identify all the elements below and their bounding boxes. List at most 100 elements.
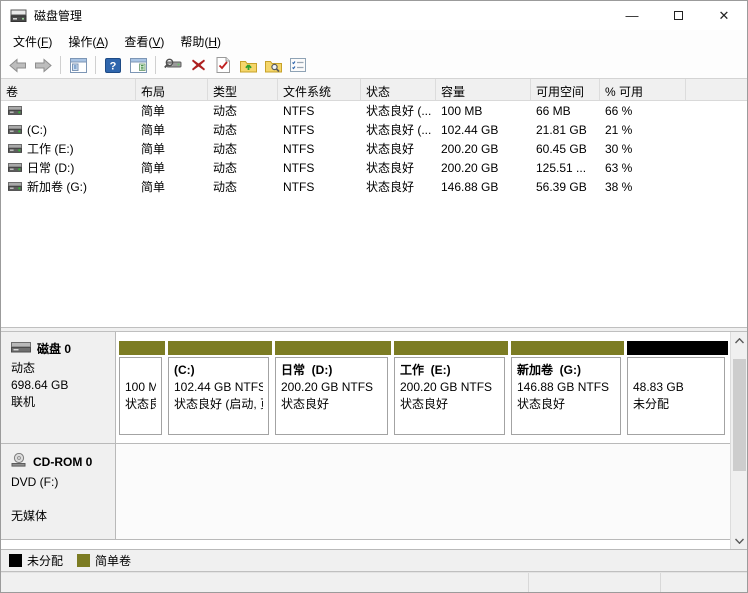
column-header[interactable]: 状态 (361, 79, 436, 100)
graphical-view-pane: 磁盘 0 动态 698.64 GB 联机 100 MB 状态良好 ( (C:) 102… (1, 332, 747, 572)
cell-name (1, 104, 136, 118)
back-icon[interactable] (7, 54, 29, 76)
rescan-disks-icon[interactable] (162, 54, 184, 76)
column-header[interactable]: 布局 (136, 79, 208, 100)
partition-body[interactable]: 工作 (E:) 200.20 GB NTFS 状态良好 (394, 357, 505, 435)
status-bar-section (529, 573, 661, 592)
close-button[interactable]: ✕ (701, 1, 747, 30)
cell-capacity: 146.88 GB (441, 179, 499, 194)
menu-item-a[interactable]: 操作(A) (60, 30, 116, 53)
cdrom-label-panel[interactable]: CD-ROM 0 DVD (F:) 无媒体 (1, 444, 116, 539)
cell-fs: NTFS (283, 141, 315, 156)
legend-swatch (77, 554, 91, 567)
partition-color-band (168, 341, 272, 355)
cdrom-icon (11, 452, 27, 472)
partition-body[interactable]: 日常 (D:) 200.20 GB NTFS 状态良好 (275, 357, 388, 435)
toolbar-separator (60, 56, 61, 74)
menu-item-h[interactable]: 帮助(H) (172, 30, 229, 53)
help-icon[interactable]: ? (102, 54, 124, 76)
cell-free: 125.51 ... (536, 160, 587, 175)
partition-status: 状态良好 (启动, 页 (174, 397, 263, 411)
disk0-status: 联机 (11, 395, 36, 409)
volume-name: 新加卷 (G:) (27, 180, 87, 194)
scrollbar-thumb[interactable] (733, 359, 746, 471)
partition-block[interactable]: 日常 (D:) 200.20 GB NTFS 状态良好 (275, 341, 391, 435)
partition-body[interactable]: 48.83 GB 未分配 (627, 357, 725, 435)
partition-body[interactable]: 新加卷 (G:) 146.88 GB NTFS 状态良好 (511, 357, 621, 435)
delete-volume-icon[interactable] (187, 54, 209, 76)
graphical-view-scrollbar[interactable] (730, 332, 747, 549)
disk0-type: 动态 (11, 361, 36, 375)
scroll-up-icon[interactable] (731, 332, 747, 349)
forward-icon[interactable] (32, 54, 54, 76)
legend-swatch (9, 554, 22, 567)
column-header[interactable]: 卷 (1, 79, 136, 100)
cell-layout: 简单 (141, 142, 166, 156)
volume-list-empty-area[interactable] (1, 196, 747, 327)
legend-label: 未分配 (27, 554, 64, 568)
table-row[interactable]: 工作 (E:) 简单 动态 NTFS 状态良好 200.20 GB 60.45 GB 30 % (1, 139, 747, 158)
partition-color-band (511, 341, 624, 355)
partition-color-band (627, 341, 728, 355)
cell-layout: 简单 (141, 180, 166, 194)
cell-capacity: 102.44 GB (441, 122, 499, 137)
partition-body[interactable]: 100 MB 状态良好 ( (119, 357, 162, 435)
cell-free: 66 MB (536, 103, 571, 118)
partition-block[interactable]: 新加卷 (G:) 146.88 GB NTFS 状态良好 (511, 341, 624, 435)
column-header[interactable]: 可用空间 (531, 79, 600, 100)
partition-block[interactable]: 100 MB 状态良好 ( (119, 341, 165, 435)
cell-type: 动态 (213, 123, 238, 137)
window-title: 磁盘管理 (34, 9, 83, 23)
status-bar-section (661, 573, 747, 592)
column-header[interactable]: 文件系统 (278, 79, 361, 100)
menu-item-f[interactable]: 文件(F) (5, 30, 60, 53)
cell-status: 状态良好 (... (366, 123, 432, 137)
mark-partition-icon[interactable] (212, 54, 234, 76)
volume-list-header: 卷布局 类型 文件系统 状态 容量 可用空间% 可用 (1, 79, 747, 101)
partition-size: 102.44 GB NTFS (174, 380, 263, 394)
cell-name: (C:) (1, 123, 136, 137)
open-folder-icon[interactable] (237, 54, 259, 76)
partition-size: 146.88 GB NTFS (517, 380, 610, 394)
maximize-button[interactable] (655, 1, 701, 30)
explore-folder-icon[interactable] (262, 54, 284, 76)
menu-item-v[interactable]: 查看(V) (116, 30, 172, 53)
table-row[interactable]: 日常 (D:) 简单 动态 NTFS 状态良好 200.20 GB 125.51 ... 63… (1, 158, 747, 177)
toolbar-separator (155, 56, 156, 74)
legend-item: 未分配 (9, 552, 63, 569)
column-header-empty (686, 79, 747, 100)
minimize-button[interactable]: — (609, 1, 655, 30)
unallocated-partition[interactable]: 48.83 GB 未分配 (627, 341, 728, 435)
cell-status: 状态良好 (366, 161, 415, 175)
title-bar: 磁盘管理 — ✕ (1, 1, 747, 30)
partition-size: 100 MB (125, 380, 156, 394)
partition-body[interactable]: (C:) 102.44 GB NTFS 状态良好 (启动, 页 (168, 357, 269, 435)
scroll-down-icon[interactable] (731, 532, 747, 549)
table-row[interactable]: 简单 动态 NTFS 状态良好 (... 100 MB 66 MB 66 % (1, 101, 747, 120)
column-header[interactable]: 类型 (208, 79, 278, 100)
disk0-label-panel[interactable]: 磁盘 0 动态 698.64 GB 联机 (1, 332, 116, 443)
menu-bar: 文件(F) 操作(A) 查看(V) 帮助(H) (1, 30, 747, 52)
column-header[interactable]: % 可用 (600, 79, 686, 100)
table-row[interactable]: 新加卷 (G:) 简单 动态 NTFS 状态良好 146.88 GB 56.39 GB 38 … (1, 177, 747, 196)
cell-type: 动态 (213, 161, 238, 175)
cdrom-media-area[interactable] (116, 444, 730, 539)
partition-name: (C:) (174, 363, 195, 377)
cell-layout: 简单 (141, 104, 166, 118)
cell-fs: NTFS (283, 122, 315, 137)
partition-status: 未分配 (633, 397, 670, 411)
cell-fs: NTFS (283, 160, 315, 175)
partition-block[interactable]: (C:) 102.44 GB NTFS 状态良好 (启动, 页 (168, 341, 272, 435)
show-action-pane-icon[interactable] (127, 54, 149, 76)
partition-size: 48.83 GB (633, 380, 684, 394)
show-console-tree-icon[interactable] (67, 54, 89, 76)
partition-block[interactable]: 工作 (E:) 200.20 GB NTFS 状态良好 (394, 341, 508, 435)
cdrom-name: CD-ROM 0 (33, 455, 93, 469)
legend-label: 简单卷 (95, 554, 132, 568)
legend: 未分配 简单卷 (1, 549, 747, 571)
column-header[interactable]: 容量 (436, 79, 531, 100)
disk0-partition-area: 100 MB 状态良好 ( (C:) 102.44 GB NTFS 状态良好 (启动, … (116, 332, 730, 443)
properties-icon[interactable] (287, 54, 309, 76)
cell-status: 状态良好 (366, 142, 415, 156)
table-row[interactable]: (C:) 简单 动态 NTFS 状态良好 (... 102.44 GB 21.81 GB 21… (1, 120, 747, 139)
